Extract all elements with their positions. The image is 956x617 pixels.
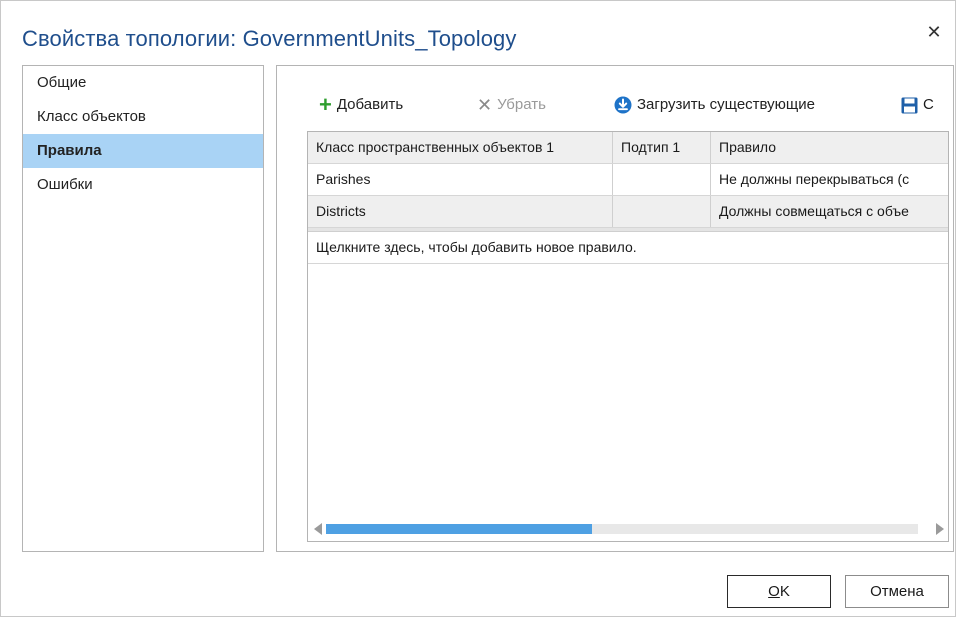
ok-button[interactable]: OK xyxy=(727,575,831,608)
download-circle-icon xyxy=(614,96,632,114)
table-row[interactable]: Districts Должны совмещаться с объе xyxy=(308,196,948,228)
ok-mnemonic: O xyxy=(768,583,780,600)
floppy-disk-icon xyxy=(901,97,918,113)
cancel-button[interactable]: Отмена xyxy=(845,575,949,608)
x-icon: ✕ xyxy=(477,95,493,115)
save-label: С xyxy=(923,96,934,113)
add-new-rule-row[interactable]: Щелкните здесь, чтобы добавить новое пра… xyxy=(308,232,948,264)
load-existing-button[interactable]: Загрузить существующие xyxy=(614,92,815,118)
cell-feature-class[interactable]: Parishes xyxy=(308,164,613,195)
remove-button[interactable]: ✕ Убрать xyxy=(477,92,546,118)
nav-item-errors[interactable]: Ошибки xyxy=(23,168,263,202)
scrollbar-thumb[interactable] xyxy=(326,524,593,534)
load-existing-label: Загрузить существующие xyxy=(637,96,815,113)
save-button[interactable]: С xyxy=(901,92,934,118)
scrollbar-track[interactable] xyxy=(326,524,918,534)
topology-properties-dialog: Свойства топологии: GovernmentUnits_Topo… xyxy=(0,0,956,617)
nav-item-feature-class[interactable]: Класс объектов xyxy=(23,100,263,134)
remove-label: Убрать xyxy=(497,96,546,113)
scroll-right-icon[interactable] xyxy=(936,523,944,535)
rules-toolbar: + Добавить ✕ Убрать Загрузить существующ… xyxy=(277,92,953,118)
add-button[interactable]: + Добавить xyxy=(319,92,403,118)
cell-rule[interactable]: Не должны перекрываться (с xyxy=(711,164,948,195)
rules-panel: + Добавить ✕ Убрать Загрузить существующ… xyxy=(276,65,954,552)
nav-item-rules[interactable]: Правила xyxy=(23,134,263,168)
dialog-title: Свойства топологии: GovernmentUnits_Topo… xyxy=(22,26,517,51)
column-header-rule[interactable]: Правило xyxy=(711,132,948,163)
cell-subtype[interactable] xyxy=(613,164,711,195)
grid-header-row: Класс пространственных объектов 1 Подтип… xyxy=(308,132,948,164)
plus-icon: + xyxy=(319,92,332,117)
add-label: Добавить xyxy=(336,96,404,113)
navigation-list: Общие Класс объектов Правила Ошибки xyxy=(22,65,264,552)
nav-item-general[interactable]: Общие xyxy=(23,66,263,100)
table-row[interactable]: Parishes Не должны перекрываться (с xyxy=(308,164,948,196)
column-header-subtype[interactable]: Подтип 1 xyxy=(613,132,711,163)
ok-label-rest: K xyxy=(779,583,790,600)
column-header-feature-class[interactable]: Класс пространственных объектов 1 xyxy=(308,132,613,163)
close-icon[interactable]: ✕ xyxy=(925,23,943,41)
cell-feature-class[interactable]: Districts xyxy=(308,196,613,227)
scroll-left-icon[interactable] xyxy=(314,523,322,535)
rules-grid: Класс пространственных объектов 1 Подтип… xyxy=(307,131,949,542)
cell-rule[interactable]: Должны совмещаться с объе xyxy=(711,196,948,227)
cell-subtype[interactable] xyxy=(613,196,711,227)
horizontal-scrollbar[interactable] xyxy=(308,519,948,541)
